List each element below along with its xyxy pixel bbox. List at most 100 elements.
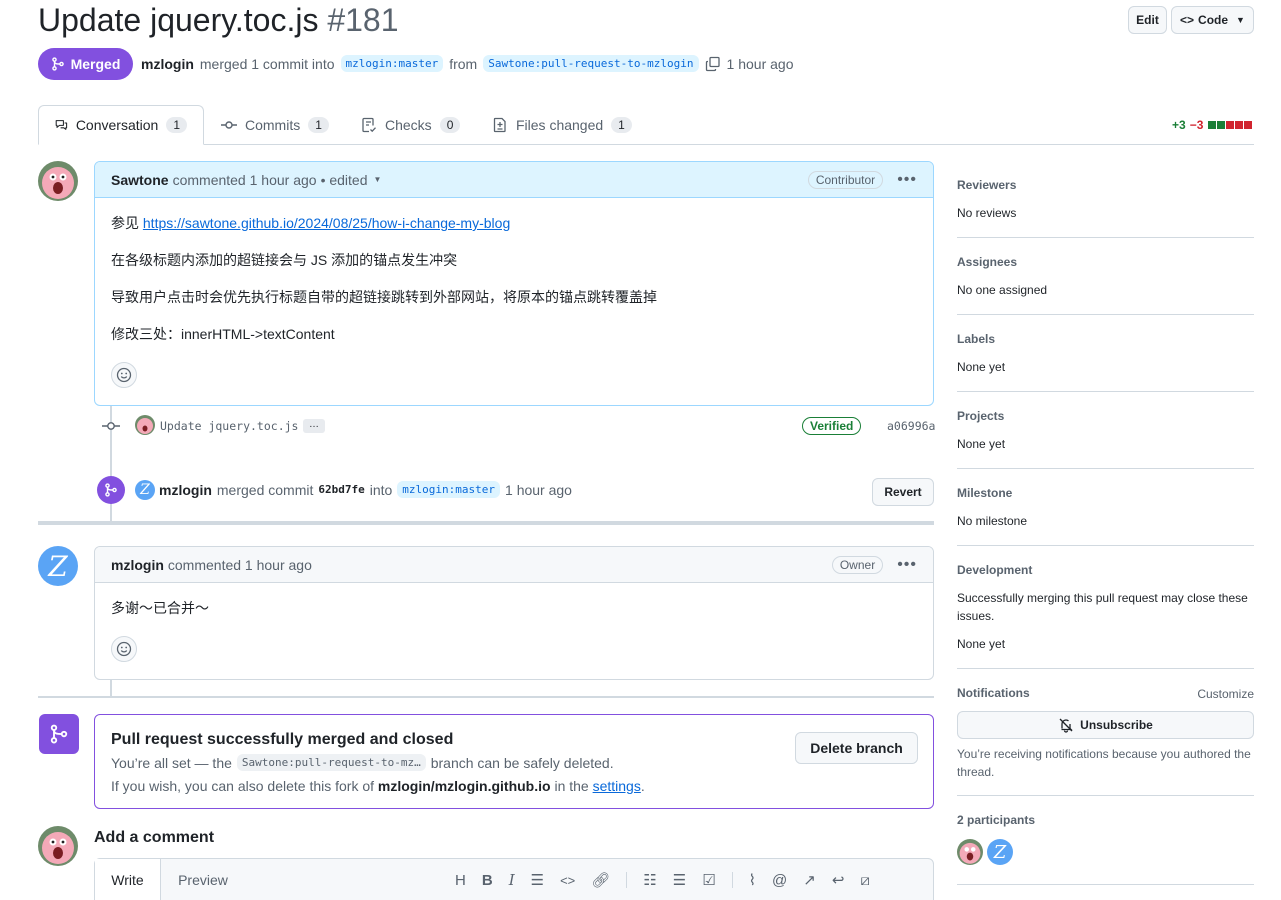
merge-commit-sha[interactable]: 62bd7fe [318,483,364,496]
sidebar-value: No milestone [957,514,1028,528]
code-button-label: Code [1198,13,1229,27]
comment-author[interactable]: mzlogin [111,557,164,573]
avatar-mzlogin-small[interactable]: Z [135,480,155,500]
bold-icon[interactable]: B [482,872,493,889]
merged-text: You’re all set — the [111,754,232,771]
tab-label: Checks [385,117,432,133]
tab-checks[interactable]: Checks 0 [345,105,476,145]
add-comment-heading: Add a comment [94,829,215,846]
comment-paragraph: 修改三处：innerHTML->textContent [111,326,335,342]
sidebar-heading[interactable]: Development [957,563,1254,577]
head-branch[interactable]: Sawtone:pull-request-to-mz… [236,754,426,771]
ordered-list-icon[interactable]: ☷ [643,871,656,889]
merged-status-box: Pull request successfully merged and clo… [94,714,934,809]
sidebar-heading[interactable]: Labels [957,332,1254,346]
caret-down-icon[interactable]: ▼ [374,175,382,184]
unsubscribe-button[interactable]: Unsubscribe [957,711,1254,739]
edited-dropdown[interactable]: • edited [321,172,368,188]
merger-link[interactable]: mzlogin [159,482,212,498]
base-branch[interactable]: mzlogin:master [397,481,501,498]
heading-icon[interactable]: H [455,872,466,889]
cross-reference-icon[interactable]: ↗ [803,871,816,889]
sidebar-value: None yet [957,637,1006,651]
comment-body: 多谢～已合并～ [95,583,933,678]
blog-link[interactable]: https://sawtone.github.io/2024/08/25/how… [143,215,510,231]
page-title: Update jquery.toc.js #181 [38,2,399,39]
slash-commands-icon[interactable]: ⧄ [860,872,870,889]
tab-conversation[interactable]: Conversation 1 [38,105,204,145]
timeline-line [110,680,112,696]
sidebar-heading[interactable]: Reviewers [957,178,1254,192]
avatar-sawtone-small[interactable] [135,415,155,435]
tab-write[interactable]: Write [95,859,161,900]
head-branch[interactable]: Sawtone:pull-request-to-mzlogin [483,55,699,72]
merged-state-badge: Merged [38,48,133,80]
reply-icon[interactable]: ↩ [832,871,845,889]
link-icon[interactable]: 🔗︎ [591,871,610,889]
delete-branch-button[interactable]: Delete branch [795,732,918,764]
role-badge: Owner [831,555,884,574]
fork-repo-name: mzlogin/mzlogin.github.io [377,778,551,794]
avatar-sawtone[interactable] [38,161,78,201]
verified-badge[interactable]: Verified [802,417,862,435]
merge-event-time[interactable]: 1 hour ago [505,482,572,498]
diff-deletions: −3 [1189,118,1204,132]
sidebar-reviewers: Reviewers No reviews [957,178,1254,238]
base-branch[interactable]: mzlogin:master [340,55,444,72]
code-button[interactable]: <> Code ▼ [1171,6,1254,34]
sidebar-heading[interactable]: Projects [957,409,1254,423]
comment-action[interactable]: commented 1 hour ago [168,557,312,573]
comment-paragraph: 多谢～已合并～ [111,600,209,616]
git-commit-icon [102,422,120,430]
markdown-toolbar: H B I ☰ <> 🔗︎ ☷ ☰ ☑ ⌇ @ ↗ ↩ ⧄ [455,871,870,889]
commit-message[interactable]: Update jquery.toc.js [160,419,298,433]
merge-icon [105,483,117,497]
diffstat-block [1235,121,1244,129]
task-list-icon[interactable]: ☑ [702,871,715,889]
tab-commits[interactable]: Commits 1 [205,105,345,145]
copy-icon[interactable] [705,56,721,72]
notifications-header: Notifications Customize [957,686,1254,702]
checklist-icon [362,117,376,133]
role-badge: Contributor [807,170,884,189]
avatar-mzlogin[interactable]: Z [38,546,78,586]
revert-button[interactable]: Revert [872,478,934,506]
add-reaction-button[interactable] [111,636,137,662]
bell-slash-icon [1059,718,1073,733]
participant-avatar[interactable]: Z [987,839,1013,865]
smiley-icon [116,367,132,383]
mention-icon[interactable]: @ [772,872,787,889]
comment-discussion-icon [55,120,68,130]
pr-number: #181 [327,2,399,38]
merger-link[interactable]: mzlogin [141,56,194,72]
tab-preview[interactable]: Preview [161,859,245,900]
expand-commit-button[interactable]: … [303,419,325,433]
comment-author[interactable]: Sawtone [111,172,169,188]
code-icon[interactable]: <> [560,873,575,888]
tab-files-changed[interactable]: Files changed 1 [476,105,648,145]
customize-link[interactable]: Customize [1197,686,1254,702]
merged-status-icon [39,714,79,754]
participant-avatar[interactable] [957,839,983,865]
development-description: Successfully merging this pull request m… [957,591,1248,623]
sidebar-heading[interactable]: Milestone [957,486,1254,500]
italic-icon[interactable]: I [509,871,515,889]
comment-text: 参见 [111,215,143,231]
sidebar-labels: Labels None yet [957,332,1254,392]
unordered-list-icon[interactable]: ☰ [673,871,686,889]
caret-down-icon: ▼ [1236,15,1245,25]
avatar-current-user[interactable] [38,826,78,866]
comment-action[interactable]: commented 1 hour ago [173,172,317,188]
add-reaction-button[interactable] [111,362,137,388]
commit-sha[interactable]: a06996a [887,419,935,433]
edit-button[interactable]: Edit [1128,6,1167,34]
paperclip-icon[interactable]: ⌇ [749,871,756,889]
kebab-horizontal-icon[interactable]: ••• [897,171,917,189]
kebab-horizontal-icon[interactable]: ••• [897,556,917,574]
sidebar-heading[interactable]: Assignees [957,255,1254,269]
sidebar-heading: Notifications [957,686,1030,700]
unsubscribe-label: Unsubscribe [1080,718,1153,732]
settings-link[interactable]: settings [593,778,641,794]
quote-icon[interactable]: ☰ [531,871,544,889]
sidebar-assignees: Assignees No one assigned [957,255,1254,315]
